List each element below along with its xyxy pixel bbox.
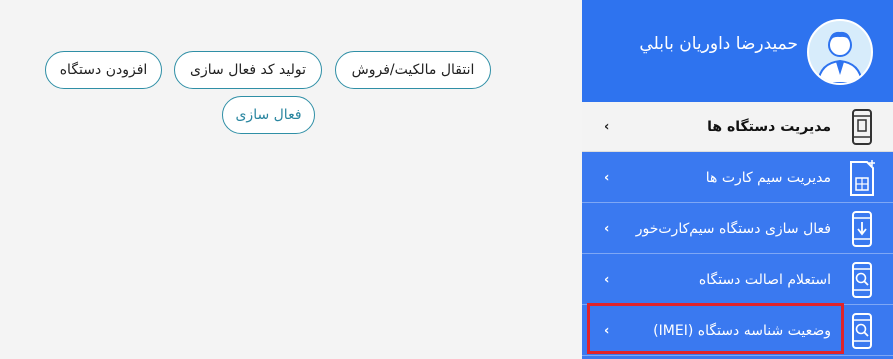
user-avatar-icon: [807, 19, 873, 85]
chevron-icon: ‹: [604, 119, 610, 134]
activation-button[interactable]: فعال سازی: [222, 96, 315, 134]
add-device-button[interactable]: افزودن دستگاه: [45, 51, 162, 89]
chevron-icon: ‹: [604, 170, 610, 185]
chevron-icon: ‹: [604, 221, 610, 236]
chevron-icon: ‹: [604, 272, 610, 287]
sim-card-icon: [845, 158, 879, 198]
chevron-icon: ‹: [604, 323, 610, 338]
phone-download-icon: [845, 209, 879, 249]
sidebar-item-label: استعلام اصالت دستگاه: [698, 271, 831, 288]
sidebar-item-device-management[interactable]: ‹ مدیریت دستگاه ها: [582, 102, 893, 152]
sidebar-item-label: وضعیت شناسه دستگاه (IMEI): [653, 322, 831, 339]
sidebar-item-label: مدیریت سیم کارت ها: [705, 169, 831, 186]
sidebar-item-authenticity-inquiry[interactable]: ‹ استعلام اصالت دستگاه: [582, 255, 893, 305]
phone-search-icon: [845, 311, 879, 351]
transfer-ownership-button[interactable]: انتقال مالکیت/فروش: [335, 51, 491, 89]
profile-name: حمیدرضا داوریان بابلي: [639, 34, 798, 54]
sidebar-item-sim-management[interactable]: ‹ مدیریت سیم کارت ها: [582, 153, 893, 203]
main-content: انتقال مالکیت/فروش تولید کد فعال سازی اف…: [0, 0, 582, 359]
profile-header: حمیدرضا داوریان بابلي: [582, 0, 893, 102]
sidebar-item-activate-sim-device[interactable]: ‹ فعال سازی دستگاه سیم‌کارت‌خور: [582, 204, 893, 254]
sidebar: حمیدرضا داوریان بابلي ‹ مدیریت دستگاه ها…: [582, 0, 893, 359]
phone-search-icon: [845, 260, 879, 300]
sidebar-item-imei-status[interactable]: ‹ وضعیت شناسه دستگاه (IMEI): [582, 306, 893, 356]
phone-device-icon: [845, 107, 879, 147]
sidebar-item-label: مدیریت دستگاه ها: [707, 118, 831, 135]
sidebar-item-label: فعال سازی دستگاه سیم‌کارت‌خور: [635, 220, 831, 237]
generate-activation-code-button[interactable]: تولید کد فعال سازی: [174, 51, 322, 89]
